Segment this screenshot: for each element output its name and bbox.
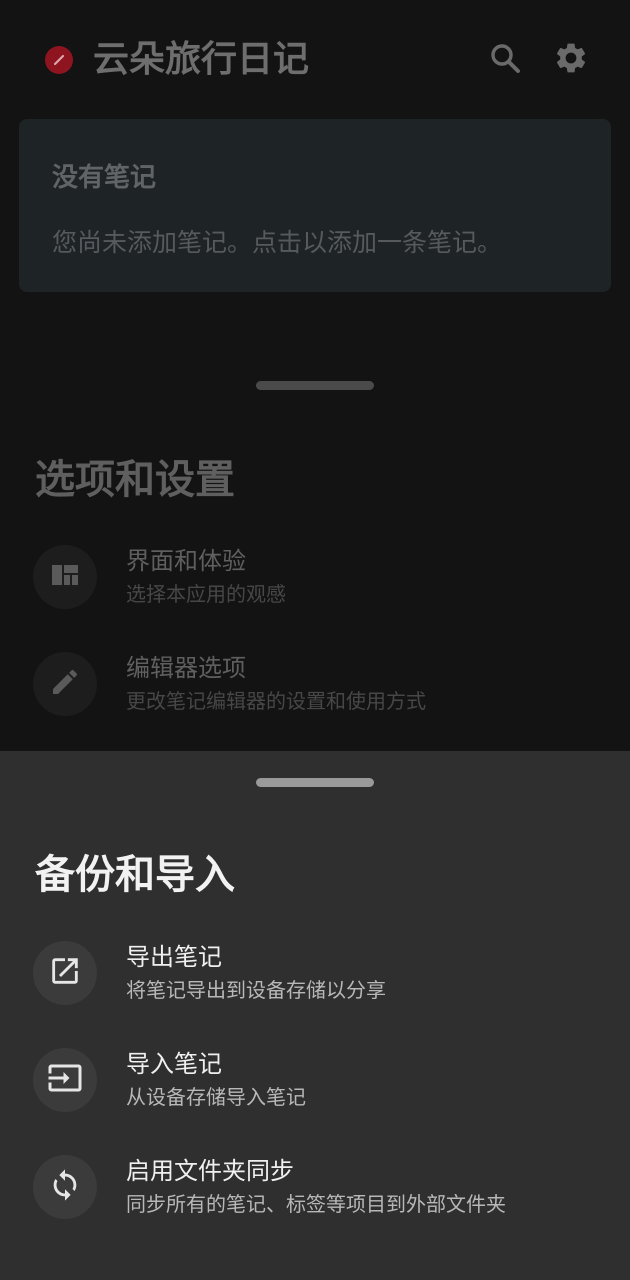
option-item-icon-wrap [33, 652, 97, 716]
option-item-text: 界面和体验 选择本应用的观感 [126, 545, 286, 609]
settings-button[interactable] [547, 36, 595, 84]
empty-notes-card[interactable]: 没有笔记 您尚未添加笔记。点击以添加一条笔记。 [19, 119, 611, 292]
search-button[interactable] [481, 36, 529, 84]
option-item-subtitle: 选择本应用的观感 [126, 582, 286, 606]
backup-item-icon-wrap [33, 941, 97, 1005]
backup-item-export-notes[interactable]: 导出笔记 将笔记导出到设备存储以分享 [33, 941, 603, 1007]
backup-item-text: 导入笔记 从设备存储导入笔记 [126, 1048, 306, 1112]
options-section-title: 选项和设置 [35, 457, 235, 503]
app-title: 云朵旅行日记 [93, 39, 310, 80]
backup-item-text: 启用文件夹同步 同步所有的笔记、标签等项目到外部文件夹 [126, 1155, 506, 1219]
app-bar: 云朵旅行日记 [0, 0, 630, 120]
backup-item-subtitle: 同步所有的笔记、标签等项目到外部文件夹 [126, 1192, 506, 1216]
sync-icon [48, 1168, 82, 1206]
backup-item-icon-wrap [33, 1048, 97, 1112]
screen: 云朵旅行日记 没有笔记 您尚未添加笔记。点击以添加一条笔记。 选项和设置 界面和… [0, 0, 630, 1280]
gear-icon [553, 40, 589, 80]
option-item-icon-wrap [33, 545, 97, 609]
backup-item-subtitle: 将笔记导出到设备存储以分享 [126, 978, 386, 1002]
backup-item-subtitle: 从设备存储导入笔记 [126, 1085, 306, 1109]
backup-item-icon-wrap [33, 1155, 97, 1219]
backup-item-title: 导入笔记 [126, 1050, 222, 1078]
backup-section-title: 备份和导入 [35, 852, 235, 898]
export-icon [48, 954, 82, 992]
option-item-title: 界面和体验 [126, 547, 246, 575]
search-icon [488, 41, 522, 79]
dashboard-icon [50, 560, 80, 594]
import-icon [47, 1060, 83, 1100]
option-item-subtitle: 更改笔记编辑器的设置和使用方式 [126, 689, 426, 713]
backup-item-import-notes[interactable]: 导入笔记 从设备存储导入笔记 [33, 1048, 603, 1114]
option-item-text: 编辑器选项 更改笔记编辑器的设置和使用方式 [126, 652, 426, 716]
option-item-editor[interactable]: 编辑器选项 更改笔记编辑器的设置和使用方式 [33, 652, 603, 718]
option-item-title: 编辑器选项 [126, 654, 246, 682]
option-item-ui-experience[interactable]: 界面和体验 选择本应用的观感 [33, 545, 603, 611]
backup-bottom-sheet: 备份和导入 导出笔记 将笔记导出到设备存储以分享 导入笔记 从设备存储导入笔记 … [0, 751, 630, 1280]
backup-item-title: 导出笔记 [126, 943, 222, 971]
empty-notes-description: 您尚未添加笔记。点击以添加一条笔记。 [52, 228, 503, 257]
backup-item-title: 启用文件夹同步 [126, 1157, 294, 1185]
options-sheet-drag-handle[interactable] [256, 381, 374, 390]
backup-sheet-drag-handle[interactable] [256, 778, 374, 787]
backup-item-text: 导出笔记 将笔记导出到设备存储以分享 [126, 941, 386, 1005]
pencil-badge-icon [45, 46, 73, 74]
backup-item-folder-sync[interactable]: 启用文件夹同步 同步所有的笔记、标签等项目到外部文件夹 [33, 1155, 603, 1221]
empty-notes-title: 没有笔记 [52, 163, 157, 193]
pencil-icon [49, 666, 81, 702]
